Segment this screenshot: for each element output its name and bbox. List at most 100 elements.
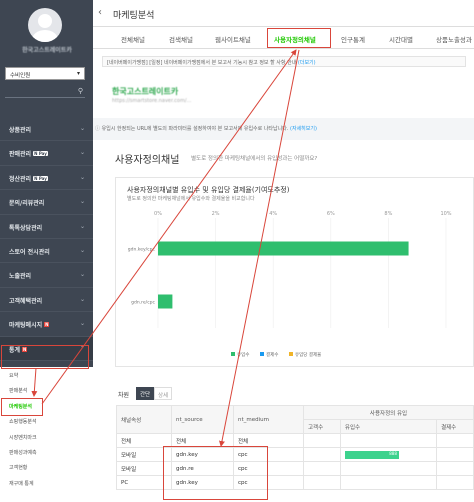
sidebar-item-talktalk[interactable]: 톡톡상담관리 ⌄ [0, 215, 93, 239]
chevron-down-icon: ⌄ [79, 320, 85, 328]
menu-search[interactable]: ⚲ [5, 84, 85, 98]
page-title: 마케팅분석 [113, 11, 155, 21]
statistics-submenu: 요약 판매분석 마케팅분석 쇼핑행동분석 시장벤치마크 판매성과예측 고객현황 … [0, 367, 93, 502]
x-tick-label: 2% [212, 211, 220, 217]
sidebar-item-label: 노출관리 [9, 273, 32, 281]
back-icon[interactable]: ‹ [98, 7, 102, 18]
inflow-bar: 888 [344, 450, 399, 459]
col-header-source[interactable]: nt_source [171, 405, 234, 434]
sidebar-item-label: 판매관리 [9, 151, 32, 159]
legend-swatch [231, 352, 235, 356]
tab-time-of-day[interactable]: 시간대별 [389, 34, 413, 44]
submenu-repurchase[interactable]: 재구매 통계 [0, 475, 93, 490]
table-cell [339, 461, 438, 476]
legend-label: 유입수 [237, 351, 249, 358]
tab-demographics[interactable]: 인구통계 [341, 34, 365, 44]
submenu-customer-status[interactable]: 고객현황 [0, 459, 93, 474]
highlight-box-menu [1, 345, 89, 369]
chevron-down-icon: ⌄ [79, 125, 85, 132]
chevron-down-icon: ▾ [76, 70, 80, 77]
highlight-box-submenu [1, 398, 43, 416]
col-header-channel: 채널속성 [116, 405, 172, 434]
sidebar-item-settlement[interactable]: 정산관리 N Pay ⌄ [0, 166, 93, 191]
top-bar: ‹ 마케팅분석 [93, 0, 474, 27]
table-cell [436, 461, 474, 476]
submenu-sales-forecast[interactable]: 판매성과예측 [0, 444, 93, 459]
section-subtitle: 별도로 정의한 마케팅채널에서의 유입성과는 어떨까요? [191, 156, 318, 162]
avatar[interactable] [28, 8, 62, 42]
submenu-sales-analysis[interactable]: 판매분석 [0, 382, 93, 397]
category-label: gdn.re/cpc [131, 300, 155, 306]
legend-label: 결제수 [266, 351, 278, 358]
table-cell [303, 447, 341, 462]
col-header-inflow[interactable]: 유입수 [339, 419, 438, 434]
table-cell: 888 [339, 447, 438, 462]
table-cell [339, 475, 438, 490]
store-select[interactable]: 수비인원 ▾ [5, 67, 85, 80]
info-detail-link[interactable]: (자세히보기) [290, 126, 317, 132]
search-icon[interactable]: ⚲ [78, 87, 83, 95]
simple-view-button[interactable]: 간단 [136, 387, 154, 400]
sidebar-item-inquiry[interactable]: 문의/리뷰관리 ⌄ [0, 190, 93, 215]
sidebar-menu: 상품관리 ⌄ 판매관리 N Pay ⌄ 정산관리 N Pay ⌄ 문의/리뷰관리 ⌄ 톡톡상… [0, 117, 93, 361]
info-icon: ⓘ [95, 126, 101, 132]
sidebar-item-label: 스토어 전시관리 [9, 248, 50, 256]
tab-product-exposure[interactable]: 상품노출성과 [436, 34, 472, 44]
col-header-medium[interactable]: nt_medium [233, 405, 304, 434]
sidebar-item-label: 고객혜택관리 [9, 297, 43, 305]
dimension-label: 차원 [118, 392, 130, 399]
tab-all-channels[interactable]: 전체채널 [121, 34, 145, 44]
col-header-payments[interactable]: 결제수 [436, 419, 474, 434]
chevron-down-icon: ⌄ [79, 149, 85, 157]
chevron-down-icon: ⌄ [79, 173, 85, 181]
info-band: ⓘ 유입시 한정되는 URL에 별도의 파라미터를 설정하여야 본 보고서에 유… [93, 118, 474, 140]
tab-website-channel[interactable]: 웹사이트채널 [215, 34, 251, 44]
x-tick-label: 4% [269, 211, 277, 217]
submenu-market-benchmark[interactable]: 시장벤치마크 [0, 429, 93, 444]
x-tick-label: 10% [440, 211, 451, 217]
group-header: 사용자정의 유입 [303, 405, 474, 420]
store-logo: 한국고스트레이트카 [112, 87, 179, 96]
highlight-box-table [163, 446, 268, 500]
new-badge: N [44, 322, 50, 328]
notice-bar: [네이버페이가맹점] [일정] 네이버페이가맹점에서 본 보고서 기능시 참고 … [102, 56, 466, 67]
npay-badge: N Pay [33, 175, 48, 181]
submenu-summary[interactable]: 요약 [0, 367, 93, 382]
notice-text: [네이버페이가맹점] [일정] 네이버페이가맹점에서 본 보고서 기능시 참고 … [107, 60, 297, 66]
view-toggle: 간단 상세 [136, 387, 186, 400]
chevron-down-icon: ⌄ [79, 246, 85, 254]
x-tick-label: 0% [154, 211, 162, 217]
sidebar-item-display[interactable]: 스토어 전시관리 ⌄ [0, 239, 93, 264]
chevron-down-icon: ⌄ [79, 198, 85, 206]
sidebar-item-exposure[interactable]: 노출관리 ⌄ [0, 263, 93, 288]
detail-view-button[interactable]: 상세 [154, 387, 172, 400]
sidebar-item-label: 상품관리 [9, 127, 32, 134]
chevron-down-icon: ⌄ [79, 295, 85, 303]
legend-label: 유입당 결제율 [295, 351, 321, 358]
notice-more-link[interactable]: (더보기) [298, 60, 316, 66]
table-cell [339, 433, 438, 448]
sidebar-item-marketing-message[interactable]: 마케팅메시지 N ⌄ [0, 312, 93, 337]
table-cell [436, 447, 474, 462]
sidebar: 한국고스트레이트카 수비인원 ▾ ⚲ 상품관리 ⌄ 판매관리 N Pay ⌄ 정산관리 N… [0, 0, 93, 502]
sidebar-item-label: 톡톡상담관리 [9, 224, 43, 232]
col-header-customers[interactable]: 고객수 [303, 419, 341, 434]
sidebar-item-label: 마케팅메시지 [9, 322, 43, 330]
sidebar-item-benefits[interactable]: 고객혜택관리 ⌄ [0, 288, 93, 313]
bar-chart: 0% 2% 4% 6% 8% 10% gdn.key/cpc gdn.re/cpc 유입수 결제수… [128, 211, 452, 358]
chevron-down-icon: ⌄ [79, 271, 85, 279]
legend-swatch [289, 352, 293, 356]
bar [158, 294, 173, 309]
store-select-value: 수비인원 [10, 73, 31, 79]
sidebar-item-label: 문의/리뷰관리 [9, 200, 45, 208]
bar [158, 241, 409, 256]
sidebar-item-label: 정산관리 [9, 175, 32, 183]
store-url: https://smartstore.naver.com/... [112, 98, 192, 104]
sidebar-item-sales[interactable]: 판매관리 N Pay ⌄ [0, 141, 93, 166]
legend-swatch [260, 352, 264, 356]
highlight-box-tab [267, 28, 331, 48]
npay-badge: N Pay [33, 151, 48, 157]
table-cell [303, 433, 341, 448]
sidebar-item-product[interactable]: 상품관리 ⌄ [0, 117, 93, 142]
tab-search-channel[interactable]: 검색채널 [169, 34, 193, 44]
